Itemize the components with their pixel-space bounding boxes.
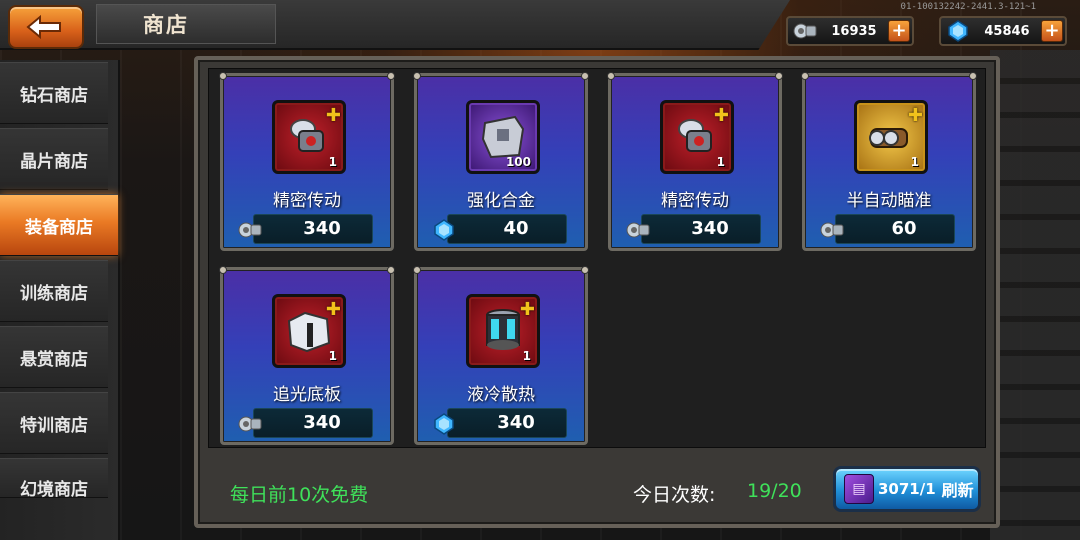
shop-item-card[interactable]: ✚ 1 半自动瞄准 60 <box>801 72 977 251</box>
gear-parts-icon <box>235 216 265 244</box>
item-price: 340 <box>691 218 729 239</box>
item-price: 40 <box>503 218 529 239</box>
puzzle-piece-icon: ✚ <box>325 299 341 320</box>
version-text: 01-100132242-2441.3-121~1 <box>900 2 1036 12</box>
refresh-label: 刷新 <box>941 481 974 500</box>
item-quantity: 1 <box>328 155 337 169</box>
item-name: 精密传动 <box>273 191 341 211</box>
blue-crystal-icon <box>429 410 459 438</box>
sidebar-item-equipment-shop[interactable]: 装备商店 <box>0 194 118 256</box>
sidebar-item-chip-shop[interactable]: 晶片商店 <box>0 128 108 190</box>
item-name: 半自动瞄准 <box>846 191 932 211</box>
sidebar-item-diamond-shop[interactable]: 钻石商店 <box>0 62 108 124</box>
shop-item-card[interactable]: ✚ 1 精密传动 340 <box>219 72 395 251</box>
daily-count-value: 19/20 <box>747 480 802 502</box>
back-button[interactable] <box>8 5 84 49</box>
gear-parts-icon <box>623 216 653 244</box>
currency-crystal-value: 45846 <box>984 23 1030 39</box>
precision-drive-icon: ✚ 1 <box>660 100 734 174</box>
item-name: 精密传动 <box>661 191 729 211</box>
item-price: 340 <box>497 412 535 433</box>
currency-parts-value: 16935 <box>831 23 877 39</box>
back-arrow-icon <box>26 14 61 40</box>
background-wall-panel <box>990 50 1080 540</box>
alloy-icon: 100 <box>466 100 540 174</box>
refresh-ticket-icon: ▤ <box>844 474 874 504</box>
item-quantity: 1 <box>328 349 337 363</box>
item-quantity: 1 <box>522 349 531 363</box>
puzzle-piece-icon: ✚ <box>519 299 535 320</box>
free-refresh-note: 每日前10次免费 <box>230 484 369 506</box>
item-quantity: 100 <box>505 155 531 169</box>
blue-crystal-icon <box>429 216 459 244</box>
precision-drive-icon: ✚ 1 <box>272 100 346 174</box>
add-parts-button[interactable]: + <box>888 20 910 42</box>
gear-parts-icon <box>817 216 847 244</box>
shop-item-card[interactable]: 100 强化合金 40 <box>413 72 589 251</box>
sidebar-item-bounty-shop[interactable]: 悬赏商店 <box>0 326 108 388</box>
liquid-cooling-icon: ✚ 1 <box>466 294 540 368</box>
sidebar-item-special-training-shop[interactable]: 特训商店 <box>0 392 108 454</box>
page-title: 商店 <box>96 4 276 44</box>
shop-item-card[interactable]: ✚ 1 精密传动 340 <box>607 72 783 251</box>
sidebar-item-training-shop[interactable]: 训练商店 <box>0 260 108 322</box>
item-price: 340 <box>303 218 341 239</box>
add-crystal-button[interactable]: + <box>1041 20 1063 42</box>
base-plate-icon: ✚ 1 <box>272 294 346 368</box>
puzzle-piece-icon: ✚ <box>907 105 923 126</box>
blue-crystal-icon <box>943 18 973 44</box>
item-price: 60 <box>891 218 917 239</box>
item-name: 追光底板 <box>273 385 341 405</box>
daily-count-label: 今日次数: <box>633 484 716 506</box>
shop-item-card[interactable]: ✚ 1 液冷散热 340 <box>413 266 589 445</box>
refresh-cost: 3071/1 <box>878 480 936 498</box>
item-price: 340 <box>303 412 341 433</box>
item-quantity: 1 <box>910 155 919 169</box>
refresh-button[interactable]: ▤ 3071/1 刷新 <box>833 466 981 512</box>
gear-parts-icon <box>790 18 820 44</box>
shop-item-card[interactable]: ✚ 1 追光底板 340 <box>219 266 395 445</box>
item-name: 强化合金 <box>467 191 535 211</box>
gear-parts-icon <box>235 410 265 438</box>
currency-parts: 16935 + <box>786 16 914 46</box>
item-name: 液冷散热 <box>467 385 535 405</box>
sidebar-item-illusion-shop[interactable]: 幻境商店 <box>0 458 108 500</box>
item-quantity: 1 <box>716 155 725 169</box>
semi-auto-aim-icon: ✚ 1 <box>854 100 928 174</box>
currency-crystal: 45846 + <box>939 16 1067 46</box>
puzzle-piece-icon: ✚ <box>713 105 729 126</box>
puzzle-piece-icon: ✚ <box>325 105 341 126</box>
